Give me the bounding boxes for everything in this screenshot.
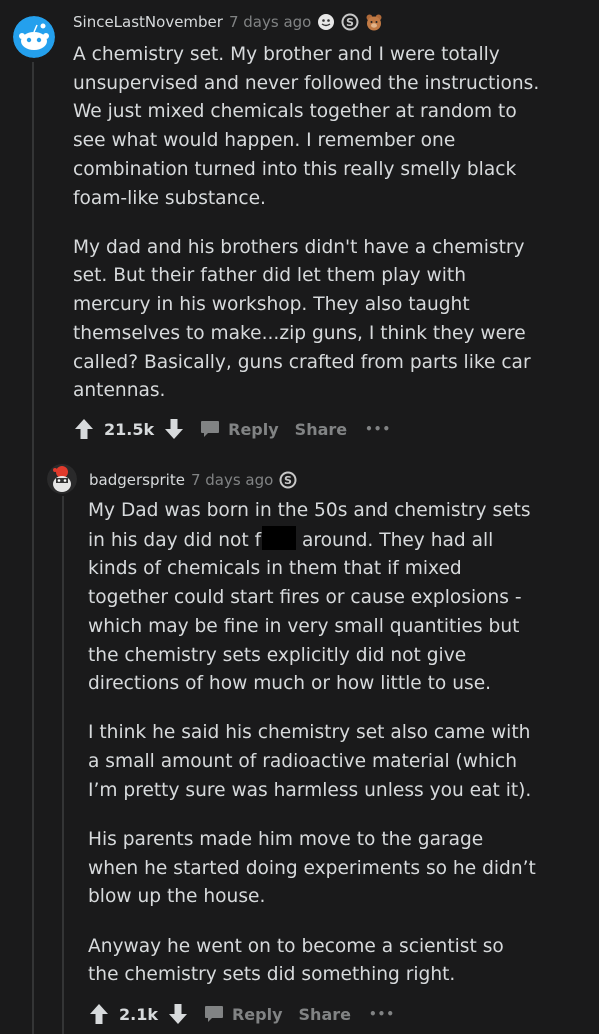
vote-score: 2.1k [119, 1004, 158, 1024]
redaction-block [262, 525, 297, 550]
comment-actions: 2.1k Reply Share ••• [89, 1003, 395, 1025]
comment-paragraph: My dad and his brothers didn't have a ch… [73, 236, 531, 402]
downvote-icon[interactable] [168, 1003, 188, 1025]
upvote-icon[interactable] [89, 1003, 109, 1025]
silver-award-icon[interactable]: S [341, 13, 359, 31]
more-options-button[interactable]: ••• [365, 422, 391, 436]
comment-bubble-icon [200, 420, 220, 438]
svg-text:S: S [346, 16, 354, 29]
reply-button[interactable]: Reply [204, 1005, 283, 1024]
comment-meta: SinceLastNovember 7 days ago S [73, 13, 383, 31]
reply-button[interactable]: Reply [200, 420, 279, 439]
comment-paragraph: I think he said his chemistry set also c… [88, 722, 532, 801]
reply-label: Reply [231, 1004, 283, 1024]
comment-bubble-icon [204, 1005, 224, 1023]
comment-body: A chemistry set. My brother and I were t… [73, 41, 543, 426]
badger-avatar-icon [47, 464, 77, 494]
avatar[interactable] [47, 464, 77, 494]
comment-paragraph: A chemistry set. My brother and I were t… [73, 44, 540, 209]
comment-paragraph: My Dad was born in the 50s and chemistry… [88, 497, 538, 699]
timestamp[interactable]: 7 days ago [229, 13, 311, 31]
timestamp[interactable]: 7 days ago [191, 471, 273, 489]
avatar[interactable] [13, 16, 55, 58]
svg-text:S: S [284, 474, 292, 487]
comment-meta: badgersprite 7 days ago S [89, 471, 297, 489]
share-label: Share [294, 419, 348, 439]
more-options-button[interactable]: ••• [369, 1007, 395, 1021]
comment-body: My Dad was born in the 50s and chemistry… [88, 497, 538, 1011]
smiley-award-icon[interactable] [317, 13, 335, 31]
thread-line-2[interactable] [62, 496, 64, 1034]
share-button[interactable]: Share [299, 1005, 351, 1024]
author-name[interactable]: badgersprite [89, 471, 185, 489]
snoo-avatar-icon [13, 16, 55, 58]
silver-award-icon[interactable]: S [279, 471, 297, 489]
vote-score: 21.5k [104, 419, 155, 439]
comment-paragraph: His parents made him move to the garage … [88, 829, 536, 908]
paragraph-text-end: around. They had all kinds of chemicals … [88, 529, 522, 695]
comment-paragraph: Anyway he went on to become a scientist … [88, 935, 504, 986]
bear-award-icon[interactable] [365, 13, 383, 31]
author-name[interactable]: SinceLastNovember [73, 13, 223, 31]
more-options-icon: ••• [365, 422, 392, 436]
downvote-icon[interactable] [164, 418, 184, 440]
thread-line-1[interactable] [32, 62, 34, 1034]
upvote-icon[interactable] [74, 418, 94, 440]
reply-label: Reply [228, 419, 279, 439]
share-label: Share [298, 1004, 351, 1024]
comment-actions: 21.5k Reply Share ••• [74, 418, 391, 440]
more-options-icon: ••• [368, 1007, 395, 1021]
share-button[interactable]: Share [295, 420, 347, 439]
